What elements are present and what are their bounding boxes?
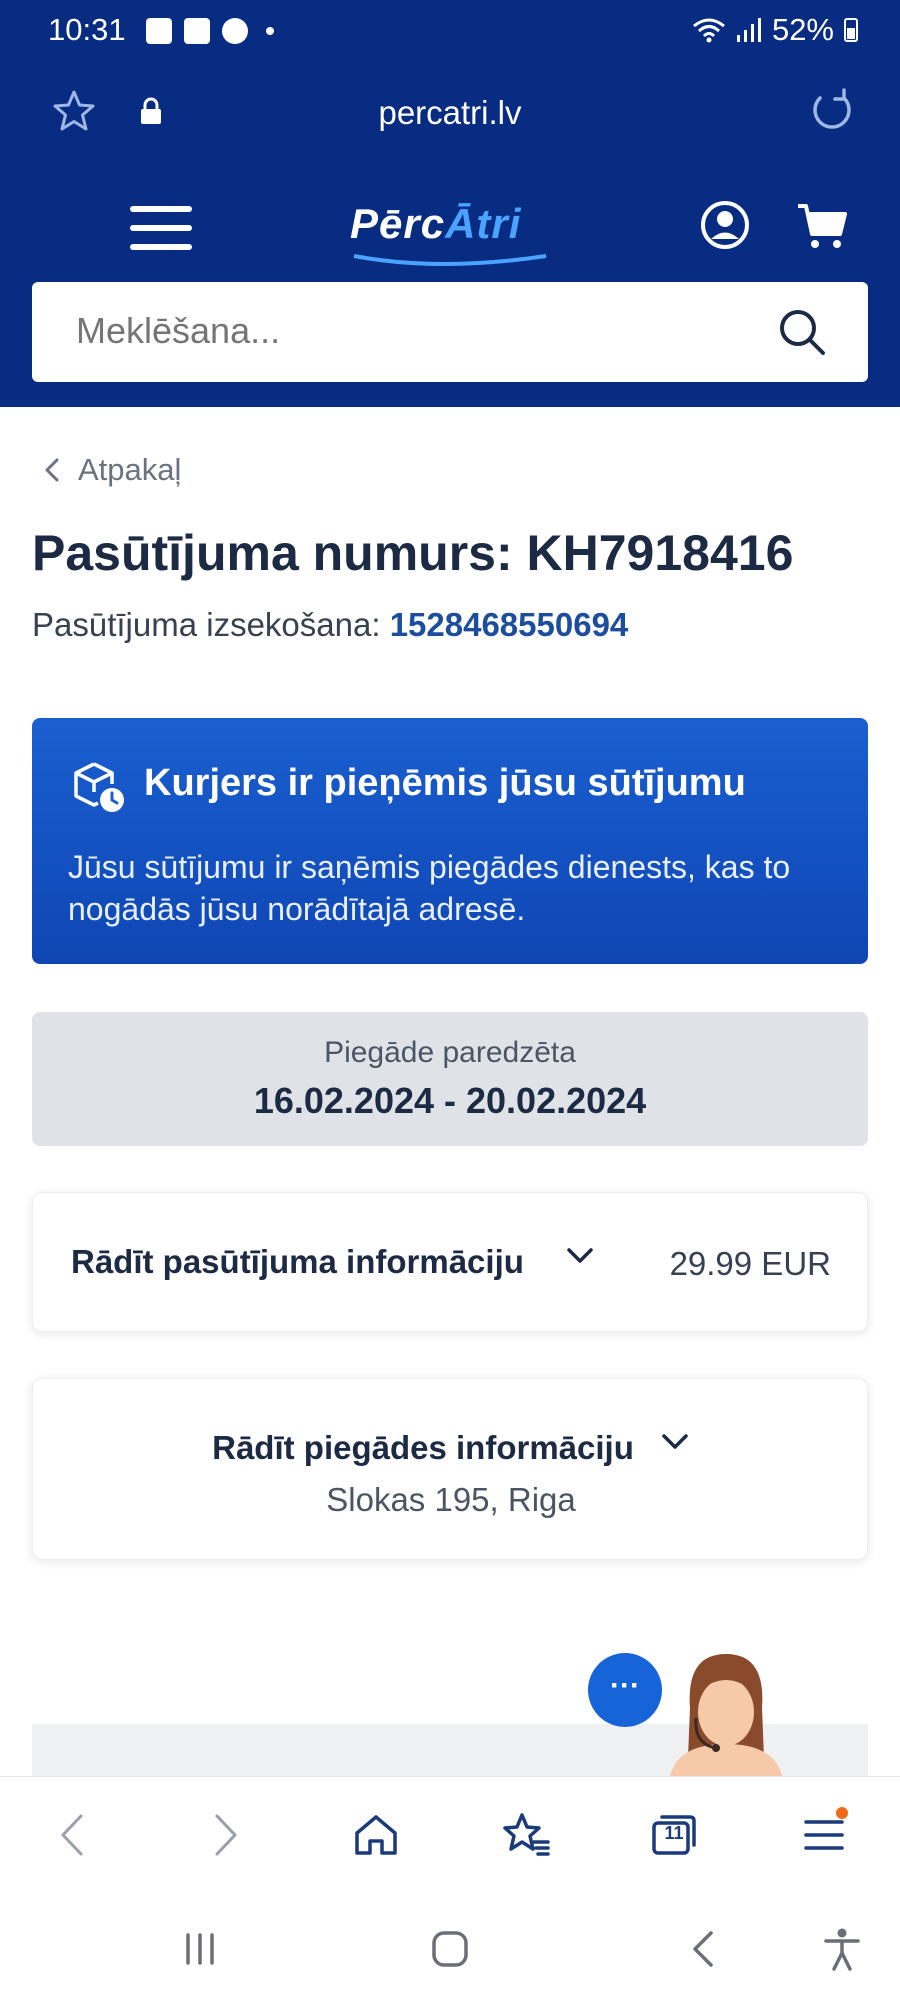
shipping-info-header: Rādīt piegādes informāciju (33, 1429, 869, 1467)
order-info-label: Rādīt pasūtījuma informāciju (71, 1243, 524, 1280)
recent-apps-icon (186, 1933, 214, 1965)
search-box (32, 282, 868, 382)
logo-text-2: Ātri (445, 200, 522, 247)
status-notification-icons (146, 18, 274, 44)
signal-icon (736, 18, 761, 42)
back-link[interactable]: Atpakaļ (44, 452, 181, 488)
accessibility-button[interactable] (812, 1924, 872, 1974)
back-label: Atpakaļ (78, 452, 182, 487)
browser-menu-button[interactable] (796, 1807, 852, 1863)
status-bar: 10:31 52% (0, 0, 900, 64)
site-logo[interactable]: PērcĀtri (350, 200, 521, 248)
reload-icon[interactable] (806, 86, 856, 136)
battery-percent: 52% (771, 12, 834, 47)
order-total: 29.99 EUR (669, 1245, 831, 1282)
chevron-right-icon (215, 1814, 237, 1856)
tracking-line: Pasūtījuma izsekošana: 1528468550694 (32, 606, 628, 644)
page-title: Pasūtījuma numurs: KH7918416 (32, 525, 794, 581)
browser-home-button[interactable] (348, 1807, 404, 1863)
browser-forward-button[interactable] (198, 1807, 254, 1863)
shipping-info-label: Rādīt piegādes informāciju (212, 1429, 634, 1466)
browser-url-bar: percatri.lv (0, 64, 900, 164)
cart-icon[interactable] (796, 202, 848, 250)
shop-icon (184, 18, 210, 44)
battery-icon (844, 18, 858, 42)
delivery-dates: 16.02.2024 - 20.02.2024 (253, 1080, 647, 1121)
shipping-address: Slokas 195, Riga (326, 1481, 576, 1518)
system-navigation-bar (0, 1892, 900, 2000)
support-agent-avatar[interactable] (650, 1648, 800, 1776)
url-text[interactable]: percatri.lv (0, 94, 900, 132)
app-icon (222, 18, 248, 44)
tabs-count: 11 (664, 1823, 684, 1843)
tracking-number-link[interactable]: 1528468550694 (390, 606, 629, 643)
home-square-icon (432, 1931, 468, 1967)
back-arrow-icon (693, 1931, 713, 1967)
tracking-label: Pasūtījuma izsekošana: (32, 606, 381, 643)
logo-swoosh-icon (353, 254, 547, 266)
chevron-left-icon (61, 1814, 83, 1856)
shipment-status-card: Kurjers ir pieņēmis jūsu sūtījumu Jūsu s… (32, 718, 868, 964)
recent-apps-button[interactable] (170, 1924, 230, 1974)
status-right: 52% (692, 12, 858, 48)
notification-dot (836, 1807, 848, 1819)
wifi-icon (693, 18, 725, 43)
menu-icon (804, 1820, 844, 1850)
home-button[interactable] (420, 1924, 480, 1974)
account-icon[interactable] (700, 200, 750, 250)
browser-back-button[interactable] (44, 1807, 100, 1863)
gallery-icon (146, 18, 172, 44)
chevron-left-icon (45, 458, 59, 482)
more-notifications-icon (266, 27, 274, 35)
accessibility-icon (824, 1928, 860, 1971)
package-clock-icon (74, 762, 124, 812)
order-info-accordion[interactable]: Rādīt pasūtījuma informāciju 29.99 EUR (32, 1192, 868, 1332)
chevron-down-icon (567, 1248, 593, 1263)
status-title: Kurjers ir pieņēmis jūsu sūtījumu (144, 762, 746, 804)
status-time: 10:31 (48, 12, 126, 47)
chevron-down-icon (662, 1434, 688, 1449)
delivery-estimate-card: Piegāde paredzēta 16.02.2024 - 20.02.202… (32, 1012, 868, 1146)
shipping-info-accordion[interactable]: Rādīt piegādes informāciju Slokas 195, R… (32, 1378, 868, 1560)
logo-text-1: Pērc (350, 200, 446, 247)
search-input[interactable] (76, 310, 716, 352)
system-back-button[interactable] (672, 1924, 732, 1974)
home-icon (355, 1815, 397, 1855)
bookmarks-star-icon (503, 1813, 550, 1856)
browser-tabs-button[interactable]: 11 (646, 1807, 702, 1863)
menu-icon[interactable] (130, 206, 192, 250)
search-icon[interactable] (776, 306, 828, 358)
delivery-label: Piegāde paredzēta (324, 1036, 576, 1069)
browser-toolbar: 11 (0, 1776, 900, 1892)
site-header: PērcĀtri (0, 164, 900, 407)
status-description: Jūsu sūtījumu ir saņēmis piegādes dienes… (68, 849, 791, 927)
browser-bookmarks-button[interactable] (498, 1807, 554, 1863)
